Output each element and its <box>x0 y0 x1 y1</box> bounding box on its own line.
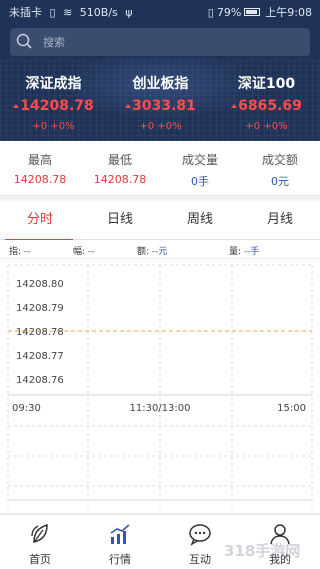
chat-bubble-icon <box>189 524 211 546</box>
stat-label: 最低 <box>107 153 132 167</box>
stats-row: 最高 14208.78 最低 14208.78 成交量 0手 成交额 0元 <box>0 141 320 196</box>
carrier-text: 未插卡 <box>9 6 42 19</box>
chart-period-tabs: 分时 日线 周线 月线 <box>0 201 320 241</box>
y-tick-label: 14208.77 <box>16 351 64 362</box>
index-value: 14208.78 <box>20 98 94 114</box>
market-header: 未插卡 ▯ ≋ 510B/s ψ ▯ 79% 上午9:08 搜索 深证成指 14… <box>0 0 320 141</box>
index-name: 深证成指 <box>25 76 82 92</box>
usb-icon: ψ <box>125 6 133 19</box>
info-volume: 量: --手 <box>229 247 260 257</box>
info-index-value: -- <box>23 247 31 257</box>
info-volume-value: --手 <box>243 247 260 257</box>
tab-weekly[interactable]: 周线 <box>160 201 240 240</box>
index-name: 创业板指 <box>132 76 189 92</box>
stat-turnover: 成交额 0元 <box>240 151 320 188</box>
y-tick-label: 14208.76 <box>16 375 64 386</box>
stat-label: 最高 <box>27 153 52 167</box>
index-change: +0 +0% <box>245 121 288 132</box>
quote-info-bar: 指: -- 幅: -- 额: --元 量: --手 <box>0 240 320 259</box>
y-tick-label: 14208.79 <box>16 303 64 314</box>
x-tick-label: 11:30/13:00 <box>129 403 190 414</box>
stat-low: 最低 14208.78 <box>80 151 160 187</box>
index-card-chinext[interactable]: 创业板指 3033.81 +0 +0% <box>107 74 214 135</box>
stat-value: 0手 <box>191 175 209 188</box>
tab-intraday[interactable]: 分时 <box>0 201 80 241</box>
home-leaf-icon <box>31 523 48 543</box>
y-tick-label: 14208.78 <box>16 327 64 338</box>
site-watermark: 318手游网 <box>224 542 301 560</box>
stat-high: 最高 14208.78 <box>0 151 80 187</box>
index-card-shenzhen-100[interactable]: 深证100 6865.69 +0 +0% <box>213 74 320 135</box>
nav-label: 首页 <box>29 553 51 566</box>
search-bar[interactable]: 搜索 <box>10 28 310 56</box>
battery-percent: 79% <box>216 5 242 19</box>
up-arrow-icon <box>13 104 20 108</box>
info-range: 幅: -- <box>73 247 95 257</box>
nav-market[interactable]: 行情 <box>80 515 160 569</box>
info-amount-value: --元 <box>151 247 168 257</box>
stat-volume: 成交量 0手 <box>160 151 240 188</box>
stat-value: 14208.78 <box>93 173 147 186</box>
stat-label: 成交额 <box>261 153 298 167</box>
market-chart-icon <box>110 524 130 544</box>
index-value: 6865.69 <box>238 98 302 114</box>
info-index: 指: -- <box>9 247 31 257</box>
battery-icon <box>244 8 261 16</box>
index-card-shenzhen-component[interactable]: 深证成指 14208.78 +0 +0% <box>0 74 107 135</box>
clock-time: 上午9:08 <box>265 6 312 19</box>
y-tick-label: 14208.80 <box>16 279 64 290</box>
x-tick-label: 15:00 <box>277 403 306 414</box>
tab-monthly[interactable]: 月线 <box>240 201 320 240</box>
index-value: 3033.81 <box>132 98 196 114</box>
stat-value: 0元 <box>271 175 289 188</box>
intraday-chart-svg: 14208.80 14208.79 14208.78 14208.77 14208.76… <box>7 264 313 507</box>
stat-label: 成交量 <box>181 153 218 167</box>
nav-label: 行情 <box>109 553 131 566</box>
index-change: +0 +0% <box>32 121 75 132</box>
wifi-icon: ≋ <box>63 6 73 19</box>
sim-icon: ▯ <box>49 6 56 19</box>
vibrate-icon: ▯ <box>207 5 214 19</box>
status-bar: 未插卡 ▯ ≋ 510B/s ψ ▯ 79% 上午9:08 <box>0 0 320 22</box>
stat-value: 14208.78 <box>13 173 67 186</box>
nav-home[interactable]: 首页 <box>0 515 80 569</box>
tab-daily[interactable]: 日线 <box>80 201 160 240</box>
search-icon <box>16 33 32 49</box>
up-arrow-icon <box>231 104 238 108</box>
up-arrow-icon <box>125 104 132 108</box>
search-placeholder: 搜索 <box>43 36 65 49</box>
info-amount: 额: --元 <box>137 247 168 257</box>
info-range-value: -- <box>87 247 95 257</box>
x-tick-label: 09:30 <box>12 403 41 414</box>
network-speed: 510B/s <box>79 6 118 19</box>
index-change: +0 +0% <box>139 121 182 132</box>
index-name: 深证100 <box>237 76 296 92</box>
intraday-chart[interactable]: 14208.80 14208.79 14208.78 14208.77 14208.76… <box>0 259 320 512</box>
